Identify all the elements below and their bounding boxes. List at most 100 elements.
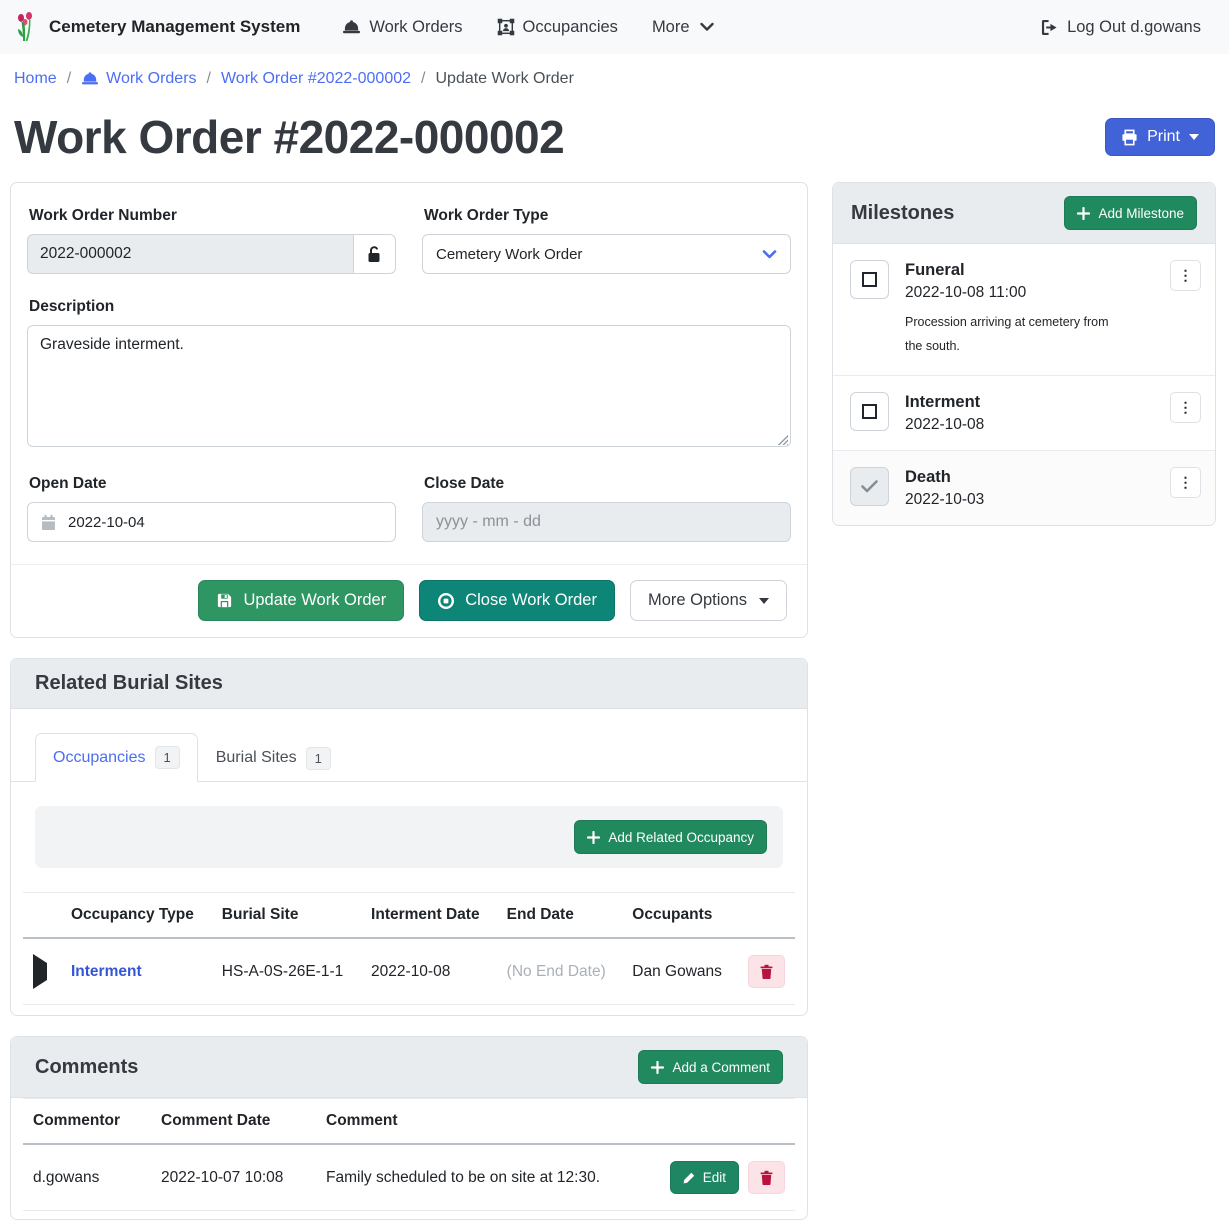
checkbox-empty-icon: [862, 272, 877, 287]
col-end-date: End Date: [497, 893, 623, 939]
checkbox-empty-icon: [862, 404, 877, 419]
logout-icon: [1040, 19, 1059, 36]
occupancies-header-row: Occupancy Type Burial Site Interment Dat…: [23, 893, 795, 939]
main-column: Work Order Number: [10, 182, 808, 1220]
col-interment-date: Interment Date: [361, 893, 497, 939]
plus-icon: [1077, 207, 1090, 220]
occupancy-type-link[interactable]: Interment: [71, 963, 142, 980]
edit-comment-label: Edit: [703, 1170, 726, 1185]
tab-burial-sites-label: Burial Sites: [216, 749, 297, 767]
milestone-description: Procession arriving at cemetery from the…: [905, 311, 1125, 359]
milestones-header: Milestones Add Milestone: [833, 183, 1215, 244]
nav-logout[interactable]: Log Out d.gowans: [1026, 10, 1215, 45]
occupancies-table: Occupancy Type Burial Site Interment Dat…: [23, 892, 795, 1005]
print-label: Print: [1147, 128, 1180, 146]
col-burial-site: Burial Site: [212, 893, 361, 939]
milestone-checkbox[interactable]: [850, 392, 889, 431]
tab-occupancies[interactable]: Occupancies 1: [35, 733, 198, 782]
hard-hat-icon: [81, 71, 99, 87]
milestone-menu-button[interactable]: ⋮: [1170, 467, 1201, 498]
add-comment-label: Add a Comment: [672, 1060, 770, 1075]
lock-open-icon: [366, 245, 382, 264]
close-work-order-label: Close Work Order: [465, 591, 597, 610]
add-milestone-button[interactable]: Add Milestone: [1064, 196, 1197, 230]
close-date-input[interactable]: yyyy - mm - dd: [422, 502, 791, 542]
stop-circle-icon: [437, 592, 455, 610]
brand-title: Cemetery Management System: [49, 17, 300, 37]
calendar-icon: [41, 514, 56, 531]
unlock-button[interactable]: [353, 234, 396, 274]
brand[interactable]: Cemetery Management System: [14, 11, 300, 43]
breadcrumb-home[interactable]: Home: [14, 70, 57, 88]
nav-work-orders[interactable]: Work Orders: [328, 10, 476, 45]
close-date-label: Close Date: [424, 475, 791, 493]
print-button[interactable]: Print: [1105, 118, 1215, 156]
add-comment-button[interactable]: Add a Comment: [638, 1050, 783, 1084]
milestone-menu-button[interactable]: ⋮: [1170, 392, 1201, 423]
caret-down-icon: [1189, 134, 1199, 140]
nav-more-label: More: [652, 18, 690, 37]
tab-burial-sites[interactable]: Burial Sites 1: [198, 733, 349, 782]
breadcrumb: Home / Work Orders / Work Order #2022-00…: [0, 54, 1229, 102]
nav-occupancies[interactable]: Occupancies: [483, 10, 632, 45]
comments-header-row: Commentor Comment Date Comment: [23, 1099, 795, 1145]
milestone-title: Funeral: [905, 261, 1154, 280]
col-actions: [738, 893, 795, 939]
related-burial-sites-header: Related Burial Sites: [11, 659, 807, 709]
form-footer: Update Work Order Close Work Order More …: [11, 564, 807, 637]
kebab-icon: ⋮: [1179, 399, 1193, 416]
add-related-occupancy-button[interactable]: Add Related Occupancy: [574, 820, 767, 854]
work-order-form-card: Work Order Number: [10, 182, 808, 638]
comments-table: Commentor Comment Date Comment d.gowans …: [23, 1098, 795, 1211]
tulip-logo-icon: [14, 11, 40, 43]
close-work-order-button[interactable]: Close Work Order: [419, 580, 615, 621]
milestone-menu-button[interactable]: ⋮: [1170, 260, 1201, 291]
col-occupancy-type: Occupancy Type: [61, 893, 212, 939]
occupants-cell: Dan Gowans: [622, 938, 738, 1005]
description-label: Description: [29, 298, 791, 316]
nav-occupancies-label: Occupancies: [523, 18, 618, 37]
breadcrumb-separator: /: [207, 70, 211, 88]
interment-date-cell: 2022-10-08: [361, 938, 497, 1005]
col-commentor: Commentor: [23, 1099, 151, 1145]
breadcrumb-separator: /: [67, 70, 71, 88]
work-order-type-select[interactable]: Cemetery Work Order: [422, 234, 791, 274]
breadcrumb-work-orders-label: Work Orders: [106, 70, 196, 88]
milestone-checkbox-checked[interactable]: [850, 467, 889, 506]
milestone-checkbox[interactable]: [850, 260, 889, 299]
milestones-card: Milestones Add Milestone Funeral 2022-10…: [832, 182, 1216, 526]
chevron-down-icon: [762, 249, 777, 260]
update-work-order-button[interactable]: Update Work Order: [198, 580, 404, 621]
comment-row: d.gowans 2022-10-07 10:08 Family schedul…: [23, 1144, 795, 1211]
kebab-icon: ⋮: [1179, 267, 1193, 284]
nav-logout-label: Log Out d.gowans: [1067, 18, 1201, 37]
nav-more[interactable]: More: [638, 10, 728, 45]
expand-row-icon[interactable]: [33, 954, 47, 989]
comment-date-cell: 2022-10-07 10:08: [151, 1144, 316, 1211]
expand-column-header: [23, 893, 61, 939]
more-options-button[interactable]: More Options: [630, 580, 787, 621]
top-navbar: Cemetery Management System Work Orders O: [0, 0, 1229, 54]
comments-header: Comments Add a Comment: [11, 1037, 807, 1098]
close-date-placeholder: yyyy - mm - dd: [436, 513, 541, 531]
col-comment: Comment: [316, 1099, 660, 1145]
save-icon: [216, 592, 233, 609]
update-work-order-label: Update Work Order: [243, 591, 386, 610]
breadcrumb-work-order-number[interactable]: Work Order #2022-000002: [221, 70, 411, 88]
end-date-cell: (No End Date): [497, 938, 623, 1005]
breadcrumb-work-orders[interactable]: Work Orders: [81, 70, 196, 88]
col-occupants: Occupants: [622, 893, 738, 939]
trash-icon: [760, 1170, 773, 1185]
related-tabs: Occupancies 1 Burial Sites 1: [11, 709, 807, 782]
page-title: Work Order #2022-000002: [14, 110, 564, 164]
printer-icon: [1121, 129, 1138, 146]
milestone-title: Interment: [905, 393, 1154, 412]
breadcrumb-current: Update Work Order: [435, 70, 573, 88]
edit-comment-button[interactable]: Edit: [670, 1161, 739, 1194]
delete-occupancy-button[interactable]: [748, 955, 785, 988]
chevron-down-icon: [700, 22, 714, 32]
open-date-input[interactable]: 2022-10-04: [27, 502, 396, 542]
milestone-item-death: Death 2022-10-03 ⋮: [833, 451, 1215, 525]
description-textarea[interactable]: Graveside interment.: [27, 325, 791, 447]
delete-comment-button[interactable]: [748, 1161, 785, 1194]
